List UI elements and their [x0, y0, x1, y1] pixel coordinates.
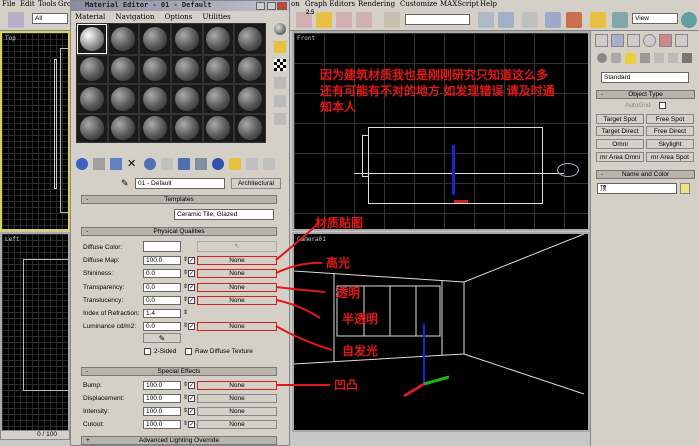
object-color-swatch[interactable]: [680, 183, 690, 194]
geometry-icon[interactable]: [597, 53, 607, 63]
command-panel-tabs: [595, 34, 695, 48]
name-color-rollout[interactable]: - Name and Color: [596, 170, 695, 179]
lights-icon[interactable]: [625, 53, 636, 64]
autogrid-label: AutoGrid: [625, 102, 651, 109]
object-type-rollout[interactable]: - Object Type: [596, 90, 695, 99]
annotation-diffuse-map: 材质贴图: [315, 216, 364, 230]
rollout-title: Name and Color: [621, 171, 670, 178]
shapes-icon[interactable]: [611, 53, 621, 63]
annotation-luminance: 自发光: [342, 344, 379, 358]
space-warps-icon[interactable]: [668, 53, 678, 63]
cameras-icon[interactable]: [640, 53, 650, 63]
target-spot-button[interactable]: Target Spot: [596, 114, 644, 124]
mr-area-spot-button[interactable]: mr Area Spot: [646, 152, 694, 162]
omni-button[interactable]: Omni: [596, 139, 644, 149]
object-name-input[interactable]: 顶: [597, 183, 677, 194]
autogrid-checkbox[interactable]: [659, 102, 666, 109]
create-tab-icon[interactable]: [595, 34, 608, 47]
motion-tab-icon[interactable]: [643, 34, 656, 47]
target-direct-button[interactable]: Target Direct: [596, 126, 644, 136]
annotation-bump: 凹凸: [334, 378, 359, 392]
mr-area-omni-button[interactable]: mr Area Omni: [596, 152, 644, 162]
annotation-transparency: 透明: [336, 286, 361, 300]
modify-tab-icon[interactable]: [611, 34, 624, 47]
helpers-icon[interactable]: [654, 53, 664, 63]
display-tab-icon[interactable]: [659, 34, 672, 47]
free-direct-button[interactable]: Free Direct: [646, 126, 694, 136]
utilities-tab-icon[interactable]: [675, 34, 688, 47]
hierarchy-tab-icon[interactable]: [627, 34, 640, 47]
systems-icon[interactable]: [682, 53, 692, 63]
category-dropdown[interactable]: Standard: [601, 72, 689, 83]
skylight-button[interactable]: Skylight: [646, 139, 694, 149]
annotation-shininess: 高光: [326, 256, 351, 270]
create-categories: [597, 53, 697, 65]
command-panel: Standard - Object Type AutoGrid Target Sp…: [590, 31, 699, 446]
free-spot-button[interactable]: Free Spot: [646, 114, 694, 124]
rollout-title: Object Type: [628, 91, 663, 98]
annotation-translucency: 半透明: [342, 312, 379, 326]
